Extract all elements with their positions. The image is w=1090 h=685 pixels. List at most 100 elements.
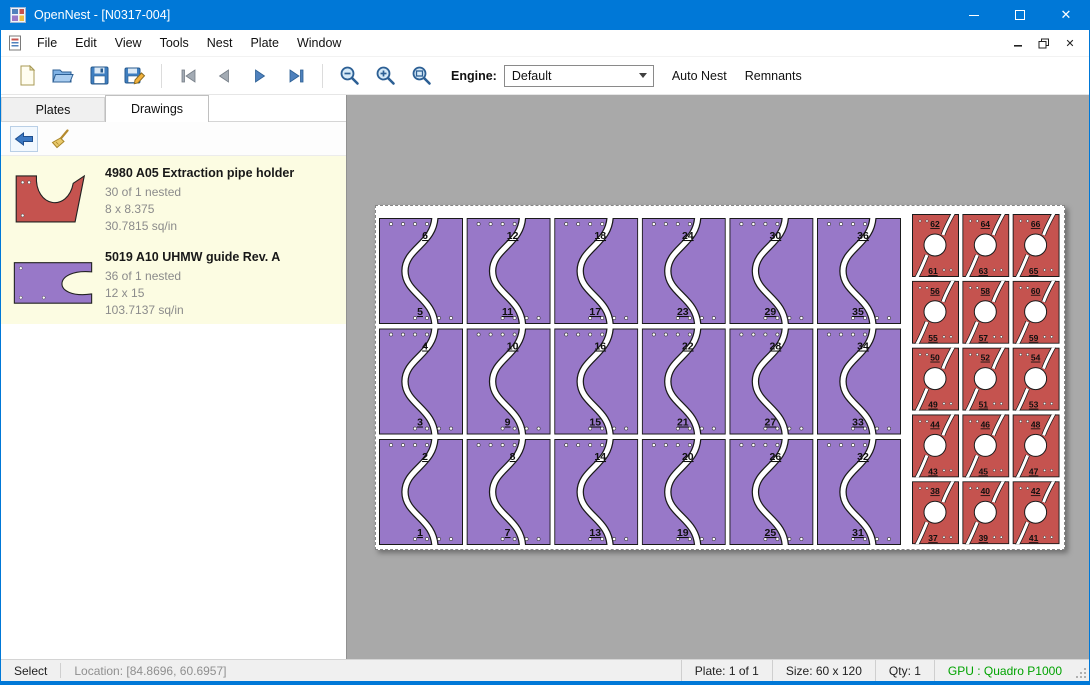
- svg-text:35: 35: [852, 306, 864, 318]
- svg-text:7: 7: [505, 527, 511, 539]
- nest-plate-svg[interactable]: 6512111817242330293635431091615222128273…: [376, 206, 1064, 549]
- menu-item-tools[interactable]: Tools: [151, 31, 198, 55]
- menu-item-plate[interactable]: Plate: [241, 31, 288, 55]
- first-page-icon: [179, 68, 198, 84]
- svg-text:26: 26: [770, 451, 782, 463]
- mdi-close-icon: ✕: [1065, 37, 1074, 50]
- svg-text:17: 17: [589, 306, 601, 318]
- svg-text:32: 32: [857, 451, 869, 463]
- svg-text:25: 25: [765, 527, 777, 539]
- close-button[interactable]: ✕: [1043, 0, 1089, 30]
- minimize-button[interactable]: [951, 0, 997, 30]
- svg-text:49: 49: [928, 400, 938, 410]
- toolbar-separator: [161, 64, 162, 88]
- svg-text:20: 20: [682, 451, 694, 463]
- svg-text:10: 10: [507, 341, 519, 353]
- combo-arrow-icon: [639, 73, 647, 78]
- svg-text:56: 56: [930, 286, 940, 296]
- svg-text:66: 66: [1031, 219, 1041, 229]
- zoom-out-button[interactable]: [333, 60, 365, 92]
- remnants-button[interactable]: Remnants: [745, 69, 802, 83]
- mdi-minimize-button[interactable]: [1007, 33, 1029, 53]
- menu-item-nest[interactable]: Nest: [198, 31, 242, 55]
- svg-text:5: 5: [417, 306, 423, 318]
- nest-canvas[interactable]: 6512111817242330293635431091615222128273…: [347, 95, 1089, 659]
- drawing-item[interactable]: 4980 A05 Extraction pipe holder 30 of 1 …: [1, 156, 346, 240]
- svg-text:37: 37: [928, 533, 938, 543]
- app-icon: [10, 7, 26, 23]
- clean-button[interactable]: [47, 126, 75, 152]
- last-page-icon: [287, 68, 306, 84]
- open-button[interactable]: [47, 60, 79, 92]
- part-nested-count: 36 of 1 nested: [105, 268, 280, 285]
- zoom-in-icon: [375, 65, 396, 86]
- nav-next-button[interactable]: [244, 60, 276, 92]
- svg-text:53: 53: [1029, 400, 1039, 410]
- left-arrow-button[interactable]: [10, 126, 38, 152]
- minimize-icon: [969, 15, 979, 16]
- svg-text:50: 50: [930, 353, 940, 363]
- tab-plates[interactable]: Plates: [1, 97, 105, 121]
- toolbar-separator: [322, 64, 323, 88]
- document-icon: [8, 35, 22, 51]
- zoom-fit-button[interactable]: [405, 60, 437, 92]
- mdi-restore-button[interactable]: [1033, 33, 1055, 53]
- nest-plate[interactable]: 6512111817242330293635431091615222128273…: [375, 205, 1065, 550]
- part-thumbnail-purple: [7, 252, 99, 312]
- menu-item-view[interactable]: View: [106, 31, 151, 55]
- menu-item-edit[interactable]: Edit: [66, 31, 106, 55]
- svg-text:62: 62: [930, 219, 940, 229]
- status-gpu: GPU : Quadro P1000: [934, 660, 1075, 681]
- drawings-toolbar: [1, 122, 346, 156]
- svg-text:45: 45: [979, 466, 989, 476]
- resize-grip[interactable]: [1075, 660, 1089, 681]
- nav-last-button[interactable]: [280, 60, 312, 92]
- svg-text:43: 43: [928, 466, 938, 476]
- new-button[interactable]: [11, 60, 43, 92]
- part-nested-count: 30 of 1 nested: [105, 184, 294, 201]
- svg-text:52: 52: [981, 353, 991, 363]
- mdi-minimize-icon: [1013, 38, 1023, 48]
- svg-text:33: 33: [852, 417, 864, 429]
- svg-text:21: 21: [677, 417, 689, 429]
- svg-text:51: 51: [979, 400, 989, 410]
- part-thumbnail-red: [7, 168, 99, 228]
- drawing-item[interactable]: 5019 A10 UHMW guide Rev. A 36 of 1 neste…: [1, 240, 346, 324]
- svg-text:59: 59: [1029, 333, 1039, 343]
- maximize-icon: [1015, 10, 1025, 20]
- mdi-restore-icon: [1038, 38, 1050, 49]
- left-arrow-icon: [14, 131, 34, 147]
- menu-item-window[interactable]: Window: [288, 31, 350, 55]
- nav-previous-button[interactable]: [208, 60, 240, 92]
- maximize-button[interactable]: [997, 0, 1043, 30]
- part-thumbnail-box: [1, 240, 105, 324]
- menu-item-file[interactable]: File: [28, 31, 66, 55]
- close-icon: ✕: [1061, 7, 1072, 23]
- svg-text:3: 3: [417, 417, 423, 429]
- tab-drawings[interactable]: Drawings: [105, 95, 209, 122]
- status-mode: Select: [1, 660, 60, 681]
- svg-text:22: 22: [682, 341, 694, 353]
- svg-text:30: 30: [770, 230, 782, 242]
- svg-text:19: 19: [677, 527, 689, 539]
- svg-text:12: 12: [507, 230, 519, 242]
- nav-first-button[interactable]: [172, 60, 204, 92]
- status-bar: Select Location: [84.8696, 60.6957] Plat…: [1, 659, 1089, 681]
- save-as-button[interactable]: [119, 60, 151, 92]
- svg-text:58: 58: [981, 286, 991, 296]
- zoom-in-button[interactable]: [369, 60, 401, 92]
- save-as-icon: [124, 66, 146, 86]
- mdi-close-button[interactable]: ✕: [1059, 33, 1081, 53]
- svg-text:55: 55: [928, 333, 938, 343]
- auto-nest-button[interactable]: Auto Nest: [672, 69, 727, 83]
- main-toolbar: Engine: Default Auto Nest Remnants: [1, 57, 1089, 95]
- svg-text:41: 41: [1029, 533, 1039, 543]
- status-size: Size: 60 x 120: [772, 660, 875, 681]
- save-button[interactable]: [83, 60, 115, 92]
- part-thumbnail-box: [1, 156, 105, 240]
- svg-text:54: 54: [1031, 353, 1041, 363]
- svg-text:27: 27: [765, 417, 777, 429]
- svg-text:14: 14: [594, 451, 606, 463]
- application-window: OpenNest - [N0317-004] ✕ File Edit View …: [0, 0, 1090, 685]
- engine-select[interactable]: Default: [504, 65, 654, 87]
